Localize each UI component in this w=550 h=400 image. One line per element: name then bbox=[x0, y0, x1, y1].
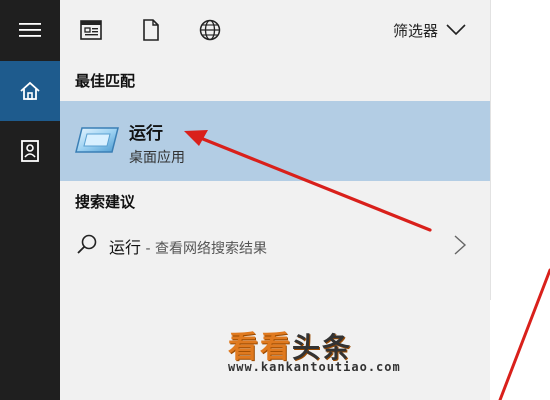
documents-scope-button[interactable] bbox=[138, 17, 164, 43]
web-scope-button[interactable] bbox=[197, 17, 223, 43]
document-icon bbox=[143, 19, 159, 41]
suggestion-description: - 查看网络搜索结果 bbox=[141, 241, 267, 257]
search-scope-bar: 筛选器 bbox=[60, 0, 490, 60]
web-search-suggestion[interactable]: 运行 - 查看网络搜索结果 bbox=[60, 225, 490, 265]
watermark-url: www.kankantoutiao.com bbox=[228, 360, 401, 374]
best-match-name: 运行 bbox=[129, 124, 163, 144]
run-app-icon bbox=[75, 127, 119, 153]
documents-button[interactable] bbox=[0, 121, 60, 181]
watermark: 看看头条 www.kankantoutiao.com bbox=[228, 322, 428, 382]
best-match-heading: 最佳匹配 bbox=[75, 72, 136, 90]
search-suggestions-heading: 搜索建议 bbox=[75, 193, 136, 211]
chevron-down-icon bbox=[446, 24, 466, 36]
suggestion-text: 运行 - 查看网络搜索结果 bbox=[109, 234, 267, 258]
web-globe-icon bbox=[199, 19, 221, 41]
apps-icon bbox=[80, 20, 102, 40]
start-rail bbox=[0, 0, 60, 400]
filter-dropdown[interactable]: 筛选器 bbox=[393, 18, 466, 42]
suggestion-query: 运行 bbox=[109, 238, 142, 257]
annotation-arrow-secondary bbox=[498, 268, 550, 400]
documents-icon bbox=[21, 140, 39, 162]
hamburger-menu-icon bbox=[19, 23, 41, 37]
best-match-type: 桌面应用 bbox=[129, 150, 185, 166]
search-icon bbox=[77, 234, 97, 254]
home-icon bbox=[20, 81, 40, 100]
home-button[interactable] bbox=[0, 61, 60, 121]
apps-scope-button[interactable] bbox=[78, 17, 104, 43]
menu-button[interactable] bbox=[0, 0, 60, 60]
best-match-result[interactable]: 运行 桌面应用 bbox=[60, 101, 490, 181]
chevron-right-icon bbox=[454, 235, 467, 255]
filter-label: 筛选器 bbox=[393, 21, 439, 40]
panel-divider bbox=[490, 0, 491, 300]
